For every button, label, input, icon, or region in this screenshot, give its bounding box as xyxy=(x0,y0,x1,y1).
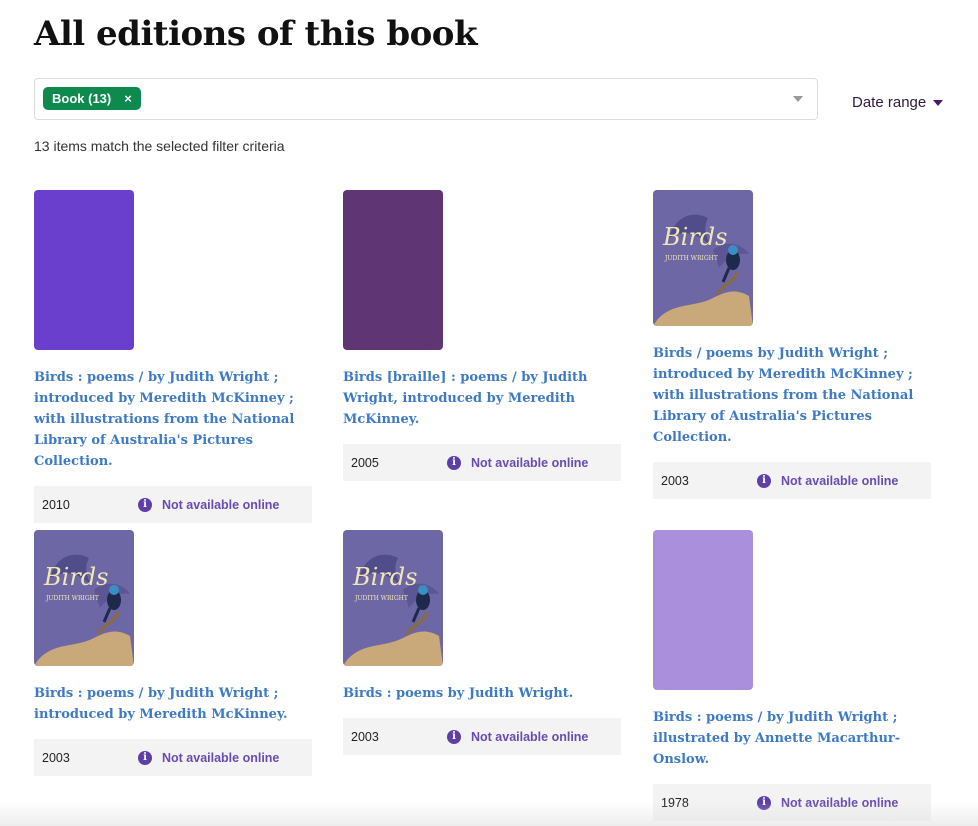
availability-status: i Not available online xyxy=(447,455,589,470)
edition-card: Birds [braille] : poems / by Judith Wrig… xyxy=(343,190,621,481)
info-icon: i xyxy=(138,750,152,765)
availability-text: Not available online xyxy=(162,497,280,512)
scroll-fade xyxy=(0,802,978,826)
cover-author-text: JUDITH WRIGHT xyxy=(354,595,408,602)
cover-title-text: Birds xyxy=(43,563,108,591)
date-range-dropdown[interactable]: Date range xyxy=(852,94,944,111)
book-cover-placeholder[interactable] xyxy=(343,190,443,350)
cover-title-text: Birds xyxy=(662,223,727,251)
cover-author-text: JUDITH WRIGHT xyxy=(664,255,718,262)
edition-year: 2003 xyxy=(42,750,70,765)
edition-footer: 2003 i Not available online xyxy=(653,462,931,499)
availability-text: Not available online xyxy=(471,455,589,470)
book-cover-image[interactable]: Birds JUDITH WRIGHT xyxy=(653,190,753,326)
edition-title-link[interactable]: Birds : poems / by Judith Wright ; intro… xyxy=(34,683,312,725)
book-cover-image[interactable]: Birds JUDITH WRIGHT xyxy=(343,530,443,666)
info-icon: i xyxy=(138,497,152,512)
edition-footer: 2010 i Not available online xyxy=(34,486,312,523)
availability-text: Not available online xyxy=(162,750,280,765)
info-icon: i xyxy=(447,729,461,744)
format-filter-select[interactable]: Book (13) × xyxy=(34,78,818,120)
availability-status: i Not available online xyxy=(757,473,899,488)
edition-footer: 2005 i Not available online xyxy=(343,444,621,481)
edition-year: 2003 xyxy=(351,729,379,744)
book-cover-placeholder[interactable] xyxy=(34,190,134,350)
edition-title-link[interactable]: Birds [braille] : poems / by Judith Wrig… xyxy=(343,367,621,430)
date-range-label: Date range xyxy=(852,94,927,111)
availability-status: i Not available online xyxy=(138,497,280,512)
result-count: 13 items match the selected filter crite… xyxy=(34,138,285,154)
cover-swatch xyxy=(653,530,753,690)
book-cover-placeholder[interactable] xyxy=(653,530,753,690)
cover-author-text: JUDITH WRIGHT xyxy=(45,595,99,602)
edition-card: Birds JUDITH WRIGHT Birds / poems by Jud… xyxy=(653,190,931,499)
edition-card: Birds JUDITH WRIGHT Birds : poems by Jud… xyxy=(343,530,621,755)
edition-title-link[interactable]: Birds : poems / by Judith Wright ; intro… xyxy=(34,367,312,472)
edition-title-link[interactable]: Birds : poems by Judith Wright. xyxy=(343,683,621,704)
chevron-down-icon[interactable] xyxy=(793,96,803,102)
edition-title-link[interactable]: Birds / poems by Judith Wright ; introdu… xyxy=(653,343,931,448)
availability-text: Not available online xyxy=(471,729,589,744)
edition-year: 2003 xyxy=(661,473,689,488)
cover-swatch xyxy=(343,190,443,350)
edition-card: Birds : poems / by Judith Wright ; illus… xyxy=(653,530,931,821)
edition-title-link[interactable]: Birds : poems / by Judith Wright ; illus… xyxy=(653,707,931,770)
edition-year: 2005 xyxy=(351,455,379,470)
availability-text: Not available online xyxy=(781,473,899,488)
availability-status: i Not available online xyxy=(138,750,280,765)
edition-card: Birds JUDITH WRIGHT Birds : poems / by J… xyxy=(34,530,312,776)
cover-title-text: Birds xyxy=(352,563,417,591)
info-icon: i xyxy=(447,455,461,470)
filter-chip-book: Book (13) × xyxy=(43,87,141,110)
cover-swatch xyxy=(34,190,134,350)
book-cover-image[interactable]: Birds JUDITH WRIGHT xyxy=(34,530,134,666)
edition-footer: 2003 i Not available online xyxy=(34,739,312,776)
edition-card: Birds : poems / by Judith Wright ; intro… xyxy=(34,190,312,523)
filter-chip-label: Book (13) xyxy=(52,91,112,106)
info-icon: i xyxy=(757,473,771,488)
edition-year: 2010 xyxy=(42,497,70,512)
availability-status: i Not available online xyxy=(447,729,589,744)
caret-down-icon xyxy=(933,99,944,106)
remove-filter-icon[interactable]: × xyxy=(124,87,132,110)
page-title: All editions of this book xyxy=(34,14,478,54)
edition-footer: 2003 i Not available online xyxy=(343,718,621,755)
